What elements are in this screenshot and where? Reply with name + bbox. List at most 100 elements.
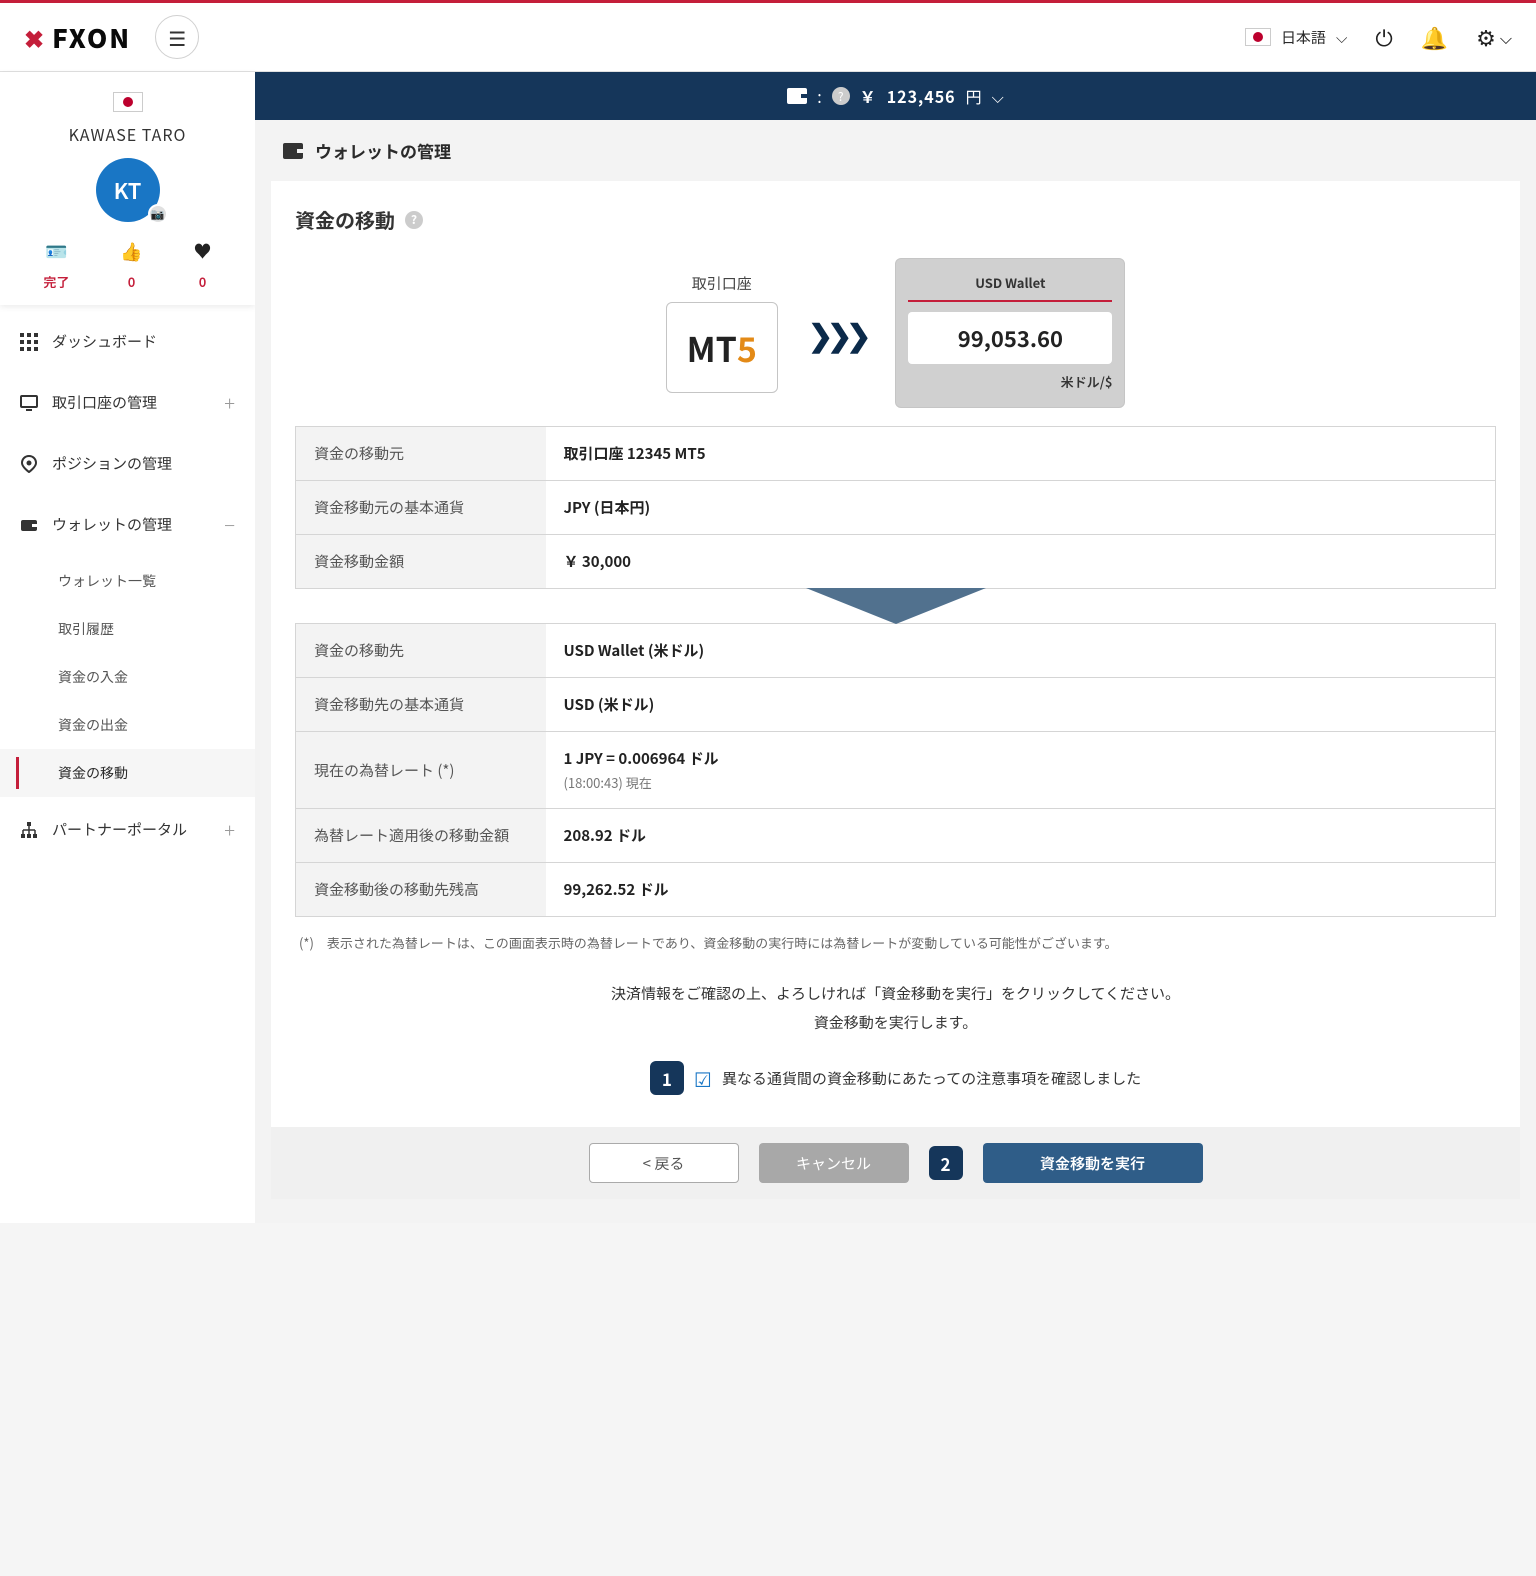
profile-stats: 🪪 完了 👍 0 ♥ 0 xyxy=(0,238,255,291)
language-selector[interactable]: 日本語 ⌵ xyxy=(1245,27,1347,48)
row-value: 99,262.52 ドル xyxy=(546,863,1496,917)
checkbox-checked-icon[interactable]: ☑ xyxy=(694,1064,712,1093)
nav-dashboard[interactable]: ダッシュボード xyxy=(0,313,255,370)
nav-wallet-history[interactable]: 取引履歴 xyxy=(0,605,255,653)
chevron-down-icon: ⌵ xyxy=(992,84,1004,108)
nav-wallet[interactable]: ウォレットの管理 − xyxy=(0,492,255,557)
table-row: 資金移動先の基本通貨 USD (米ドル) xyxy=(296,678,1496,732)
settings-dropdown[interactable]: ⚙ ⌵ xyxy=(1476,21,1512,53)
wallet-icon xyxy=(283,143,303,159)
gear-icon: ⚙ xyxy=(1476,21,1496,53)
destination-currency: 米ドル/$ xyxy=(908,372,1112,391)
id-card-icon: 🪪 xyxy=(45,238,67,264)
table-row: 資金の移動先 USD Wallet (米ドル) xyxy=(296,624,1496,678)
source-box: 取引口座 MT5 xyxy=(666,273,778,393)
heart-icon: ♥ xyxy=(194,238,212,264)
nav-label: パートナーポータル xyxy=(52,819,187,840)
profile-name: KAWASE TARO xyxy=(0,122,255,146)
nav-partner[interactable]: パートナーポータル + xyxy=(0,797,255,862)
row-value: 208.92 ドル xyxy=(546,809,1496,863)
section-title-text: 資金の移動 xyxy=(295,205,395,234)
nav-wallet-withdraw[interactable]: 資金の出金 xyxy=(0,701,255,749)
stat-verified[interactable]: 🪪 完了 xyxy=(43,238,69,291)
arrow-down-icon xyxy=(295,588,1496,624)
chevron-down-icon: ⌵ xyxy=(1500,25,1512,49)
wallet-icon xyxy=(20,516,38,534)
table-row: 資金移動元の基本通貨 JPY (日本円) xyxy=(296,481,1496,535)
arrow-right-icon: ❯❯❯ xyxy=(808,311,865,355)
stat-likes[interactable]: 👍 0 xyxy=(120,238,142,291)
confirm-line-1: 決済情報をご確認の上、よろしければ「資金移動を実行」をクリックしてください。 xyxy=(295,980,1496,1009)
language-label: 日本語 xyxy=(1281,27,1326,48)
destination-amount: 99,053.60 xyxy=(908,312,1112,364)
row-label: 現在の為替レート (*) xyxy=(296,732,546,809)
table-row: 資金移動金額 ￥ 30,000 xyxy=(296,535,1496,589)
nav-label: ダッシュボード xyxy=(52,331,157,352)
japan-flag-icon xyxy=(1245,28,1271,46)
monitor-icon xyxy=(20,394,38,412)
row-value: 1 JPY = 0.006964 ドル (18:00:43) 現在 xyxy=(546,732,1496,809)
bell-icon[interactable]: 🔔 xyxy=(1421,21,1448,53)
japan-flag-icon xyxy=(113,92,143,112)
pin-icon xyxy=(20,455,38,473)
balance-unit: 円 xyxy=(966,84,982,108)
footnote: (*) 表示された為替レートは、この画面表示時の為替レートであり、資金移動の実行… xyxy=(299,933,1492,952)
rate-time: (18:00:43) 現在 xyxy=(564,773,1478,792)
brand-text: FXON xyxy=(52,19,131,56)
nav-label: 取引口座の管理 xyxy=(52,392,157,413)
help-icon: ? xyxy=(832,87,850,105)
rate-value: 1 JPY = 0.006964 ドル xyxy=(564,748,719,769)
button-bar: < 戻る キャンセル 2 資金移動を実行 xyxy=(271,1127,1520,1199)
header: ✖ FXON ☰ 日本語 ⌵ ⏻ 🔔 ⚙ ⌵ xyxy=(0,3,1536,72)
grid-icon xyxy=(20,333,38,351)
destination-card: USD Wallet 99,053.60 米ドル/$ xyxy=(895,258,1125,408)
confirm-line-2: 資金移動を実行します。 xyxy=(295,1009,1496,1038)
step-2-badge: 2 xyxy=(929,1146,963,1180)
main-content: : ? ￥ 123,456 円 ⌵ ウォレットの管理 資金の移動 ? 取引口座 … xyxy=(255,72,1536,1223)
check-label: 異なる通貨間の資金移動にあたっての注意事項を確認しました xyxy=(722,1068,1141,1089)
table-row: 資金移動後の移動先残高 99,262.52 ドル xyxy=(296,863,1496,917)
row-value: USD (米ドル) xyxy=(546,678,1496,732)
stat-label: 完了 xyxy=(43,272,69,291)
row-label: 為替レート適用後の移動金額 xyxy=(296,809,546,863)
nav-wallet-transfer[interactable]: 資金の移動 xyxy=(0,749,255,797)
execute-button[interactable]: 資金移動を実行 xyxy=(983,1143,1203,1183)
balance-bar[interactable]: : ? ￥ 123,456 円 ⌵ xyxy=(255,72,1536,120)
header-left: ✖ FXON ☰ xyxy=(24,15,199,59)
table-row: 為替レート適用後の移動金額 208.92 ドル xyxy=(296,809,1496,863)
help-icon[interactable]: ? xyxy=(405,211,423,229)
row-value: USD Wallet (米ドル) xyxy=(546,624,1496,678)
stat-favorites[interactable]: ♥ 0 xyxy=(194,238,212,291)
platform-badge: MT5 xyxy=(666,302,778,393)
row-label: 資金移動先の基本通貨 xyxy=(296,678,546,732)
platform-number: 5 xyxy=(737,323,757,372)
plus-icon: + xyxy=(224,815,235,844)
cancel-button[interactable]: キャンセル xyxy=(759,1143,909,1183)
back-button[interactable]: < 戻る xyxy=(589,1143,739,1183)
menu-toggle-button[interactable]: ☰ xyxy=(155,15,199,59)
plus-icon: + xyxy=(224,388,235,417)
confirm-text: 決済情報をご確認の上、よろしければ「資金移動を実行」をクリックしてください。 資… xyxy=(295,980,1496,1037)
stat-value: 0 xyxy=(199,272,207,291)
camera-icon[interactable]: 📷 xyxy=(148,204,168,224)
profile-card: KAWASE TARO KT 📷 🪪 完了 👍 0 ♥ 0 xyxy=(0,72,255,305)
brand-logo[interactable]: ✖ FXON xyxy=(24,19,131,56)
balance-amount: 123,456 xyxy=(887,84,956,108)
transfer-visual: 取引口座 MT5 ❯❯❯ USD Wallet 99,053.60 米ドル/$ xyxy=(295,258,1496,408)
nav-wallet-list[interactable]: ウォレット一覧 xyxy=(0,557,255,605)
row-value: JPY (日本円) xyxy=(546,481,1496,535)
nav-accounts[interactable]: 取引口座の管理 + xyxy=(0,370,255,435)
stat-value: 0 xyxy=(128,272,136,291)
breadcrumb-label: ウォレットの管理 xyxy=(315,138,451,163)
row-label: 資金移動金額 xyxy=(296,535,546,589)
nav-positions[interactable]: ポジションの管理 xyxy=(0,435,255,492)
row-value: ￥ 30,000 xyxy=(546,535,1496,589)
power-icon[interactable]: ⏻ xyxy=(1375,21,1392,53)
row-value: 取引口座 12345 MT5 xyxy=(546,427,1496,481)
layout: KAWASE TARO KT 📷 🪪 完了 👍 0 ♥ 0 xyxy=(0,72,1536,1223)
nav-wallet-deposit[interactable]: 資金の入金 xyxy=(0,653,255,701)
table-row: 資金の移動元 取引口座 12345 MT5 xyxy=(296,427,1496,481)
row-label: 資金の移動先 xyxy=(296,624,546,678)
brand-x-icon: ✖ xyxy=(24,20,44,55)
step-1-badge: 1 xyxy=(650,1061,684,1095)
